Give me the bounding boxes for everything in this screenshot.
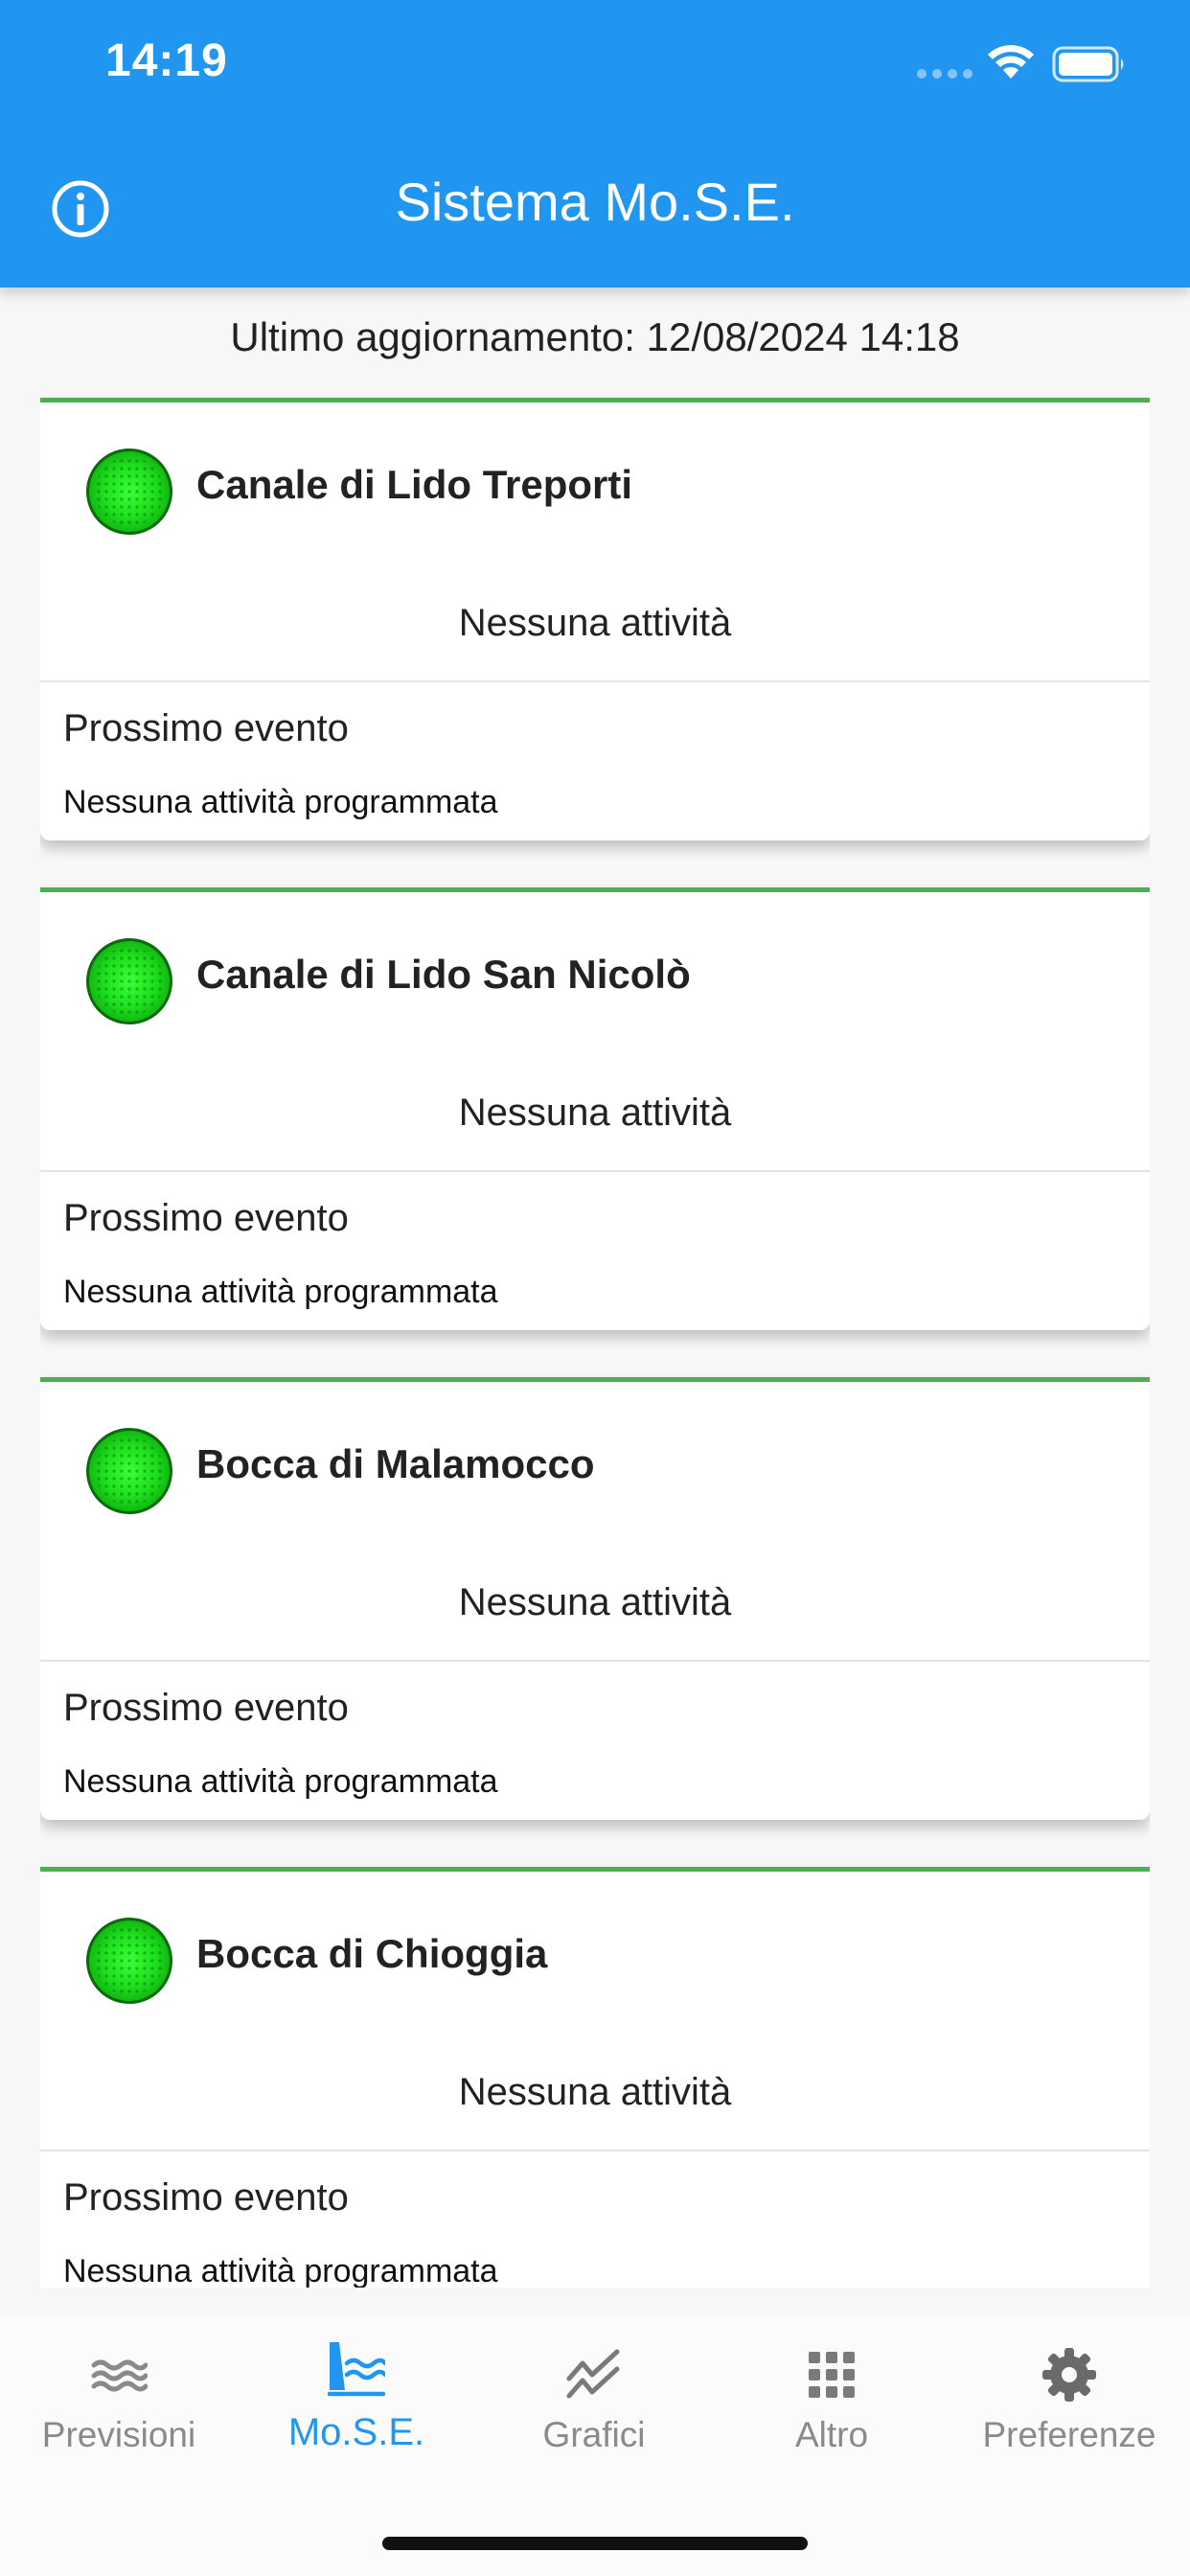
next-event-label: Prossimo evento (63, 2176, 349, 2219)
barrier-list: Canale di Lido Treporti Nessuna attività… (40, 398, 1150, 2288)
waves-icon (91, 2359, 148, 2392)
chart-icon (566, 2349, 620, 2399)
tab-label: Preferenze (982, 2415, 1156, 2454)
next-event-label: Prossimo evento (63, 1687, 349, 1729)
wifi-icon (988, 45, 1034, 79)
app-header: 14:19 Sistema Mo.S.E. (0, 0, 1190, 288)
last-update-text: Ultimo aggiornamento: 12/08/2024 14:18 (230, 314, 960, 359)
home-indicator[interactable] (382, 2537, 808, 2550)
tab-mose[interactable]: Mo.S.E. (238, 2313, 475, 2486)
tab-label: Previsioni (41, 2415, 196, 2454)
barrier-status: Nessuna attività (458, 602, 732, 644)
card-divider (40, 1170, 1150, 1172)
barrier-name: Canale di Lido Treporti (196, 462, 633, 507)
next-event-value: Nessuna attività programmata (63, 784, 498, 820)
barrier-card[interactable]: Bocca di Chioggia Nessuna attività Pross… (40, 1867, 1150, 2288)
card-divider (40, 2150, 1150, 2151)
barrier-status: Nessuna attività (458, 1092, 732, 1134)
status-lamp-icon (86, 1918, 172, 2004)
status-lamp-icon (86, 1428, 172, 1514)
barrier-card[interactable]: Canale di Lido Treporti Nessuna attività… (40, 398, 1150, 840)
barrier-card[interactable]: Canale di Lido San Nicolò Nessuna attivi… (40, 887, 1150, 1330)
card-divider (40, 680, 1150, 682)
next-event-label: Prossimo evento (63, 707, 349, 749)
page-title: Sistema Mo.S.E. (395, 172, 795, 232)
tab-grafici[interactable]: Grafici (475, 2313, 713, 2486)
tab-previsioni[interactable]: Previsioni (0, 2313, 238, 2486)
tab-preferenze[interactable]: Preferenze (950, 2313, 1188, 2486)
tab-label: Mo.S.E. (287, 2411, 425, 2453)
barrier-card[interactable]: Bocca di Malamocco Nessuna attività Pros… (40, 1377, 1150, 1820)
barrier-name: Bocca di Malamocco (196, 1441, 595, 1486)
barrier-status: Nessuna attività (458, 1581, 732, 1623)
cellular-signal-icon (917, 69, 973, 79)
barrier-icon (328, 2342, 385, 2397)
battery-icon (1052, 46, 1124, 82)
tab-label: Grafici (542, 2415, 646, 2454)
next-event-value: Nessuna attività programmata (63, 2253, 498, 2288)
barrier-name: Bocca di Chioggia (196, 1931, 548, 1976)
next-event-label: Prossimo evento (63, 1197, 349, 1239)
gear-icon (1042, 2348, 1096, 2402)
next-event-value: Nessuna attività programmata (63, 1274, 498, 1310)
barrier-name: Canale di Lido San Nicolò (196, 952, 691, 997)
status-lamp-icon (86, 938, 172, 1024)
status-lamp-icon (86, 448, 172, 535)
status-time: 14:19 (105, 35, 228, 86)
barrier-status: Nessuna attività (458, 2071, 732, 2113)
next-event-value: Nessuna attività programmata (63, 1763, 498, 1800)
tab-altro[interactable]: Altro (713, 2313, 950, 2486)
tab-label: Altro (794, 2415, 869, 2454)
card-divider (40, 1660, 1150, 1662)
grid-icon (809, 2352, 855, 2398)
